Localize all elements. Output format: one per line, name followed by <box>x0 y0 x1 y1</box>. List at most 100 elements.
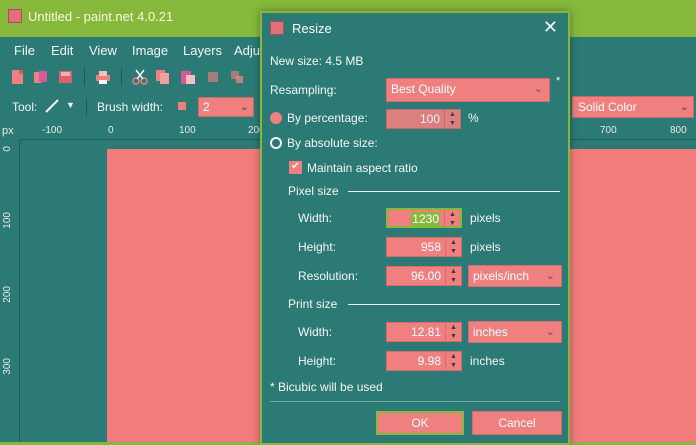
chevron-down-icon: ⌄ <box>679 101 689 113</box>
resolution-label: Resolution: <box>298 269 359 283</box>
print-width-label: Width: <box>298 325 333 339</box>
resize-icon <box>270 21 284 35</box>
brush-width-label: Brush width: <box>97 100 164 114</box>
resolution-unit-value: pixels/inch <box>473 269 530 283</box>
ruler-tick: 0 <box>2 146 13 152</box>
pixel-width-label: Width: <box>298 211 333 225</box>
pixel-height-unit: pixels <box>470 240 501 254</box>
by-absolute-size-radio[interactable] <box>270 137 282 149</box>
paste-icon[interactable] <box>180 69 196 85</box>
spinner-arrows-icon[interactable]: ▲ ▼ <box>445 323 461 341</box>
app-title: Untitled - paint.net 4.0.21 <box>28 9 174 24</box>
menu-view[interactable]: View <box>89 43 117 58</box>
menu-adjustments[interactable]: Adju <box>234 43 260 58</box>
print-unit-select[interactable]: inches ⌄ <box>468 321 562 343</box>
ruler-tick: 700 <box>600 125 617 136</box>
pixel-height-label: Height: <box>298 240 337 254</box>
chevron-down-icon[interactable]: ⌄ <box>240 100 249 113</box>
print-width-input[interactable]: 12.81 ▲ ▼ <box>386 322 462 342</box>
toolbar-separator <box>86 98 87 116</box>
menu-file[interactable]: File <box>14 43 35 58</box>
toolbar-separator <box>121 68 122 86</box>
resampling-value: Best Quality <box>391 82 456 96</box>
tool-chevron-down-icon[interactable]: ▼ <box>66 100 75 110</box>
print-width-value: 12.81 <box>410 325 441 339</box>
close-icon[interactable]: ✕ <box>543 17 558 38</box>
chevron-down-icon: ⌄ <box>545 270 555 282</box>
maintain-aspect-checkbox[interactable]: ✔ <box>289 161 302 174</box>
pixel-width-input[interactable]: 1230 ▲ ▼ <box>386 208 462 228</box>
crop-to-selection-icon[interactable] <box>205 69 221 85</box>
spinner-arrows-icon[interactable]: ▲ ▼ <box>444 210 460 228</box>
bicubic-footnote: * Bicubic will be used <box>270 380 383 394</box>
footer-divider <box>270 401 560 402</box>
ruler-tick: 200 <box>2 286 13 303</box>
ruler-tick: 800 <box>670 125 687 136</box>
by-percentage-label: By percentage: <box>287 111 368 125</box>
print-height-label: Height: <box>298 354 337 368</box>
group-divider <box>348 191 560 192</box>
pixel-size-group-label: Pixel size <box>288 184 339 198</box>
ruler-unit: px <box>0 122 20 140</box>
new-size-label: New size: 4.5 MB <box>270 54 364 68</box>
ruler-tick: 100 <box>2 212 13 229</box>
fill-mode-value: Solid Color <box>578 100 637 114</box>
ruler-tick: 0 <box>108 125 114 136</box>
cut-icon[interactable] <box>132 69 148 85</box>
menu-edit[interactable]: Edit <box>51 43 73 58</box>
maintain-aspect-label: Maintain aspect ratio <box>307 161 418 175</box>
spinner-arrows-icon[interactable]: ▲ ▼ <box>444 110 460 128</box>
spinner-arrows-icon[interactable]: ▲ ▼ <box>445 352 461 370</box>
print-icon[interactable] <box>95 69 111 85</box>
group-divider <box>348 304 560 305</box>
by-percentage-radio[interactable] <box>270 112 282 124</box>
menu-layers[interactable]: Layers <box>183 43 222 58</box>
resolution-input[interactable]: 96.00 ▲ ▼ <box>386 266 462 286</box>
ruler-tick: 300 <box>2 358 13 375</box>
deselect-icon[interactable] <box>229 69 245 85</box>
ruler-tick: -100 <box>42 125 63 136</box>
copy-icon[interactable] <box>155 69 171 85</box>
print-height-input[interactable]: 9.98 ▲ ▼ <box>386 351 462 371</box>
resampling-note: * <box>556 75 561 87</box>
resampling-select[interactable]: Best Quality ⌄ <box>386 78 550 102</box>
save-icon[interactable] <box>58 69 74 85</box>
ruler-tick: 100 <box>179 125 196 136</box>
resampling-label: Resampling: <box>270 83 337 97</box>
chevron-down-icon: ⌄ <box>545 326 555 338</box>
tool-label: Tool: <box>12 100 38 114</box>
brush-width-input[interactable]: 2 ⌄ <box>198 97 254 117</box>
resolution-value: 96.00 <box>410 269 441 283</box>
menu-image[interactable]: Image <box>132 43 168 58</box>
spinner-arrows-icon[interactable]: ▲ ▼ <box>445 238 461 256</box>
chevron-down-icon: ⌄ <box>533 83 543 95</box>
print-width-unit: inches <box>473 325 508 339</box>
ok-button[interactable]: OK <box>376 411 464 435</box>
print-size-group-label: Print size <box>288 297 338 311</box>
print-height-value: 9.98 <box>417 354 441 368</box>
toolbar-separator <box>84 68 85 86</box>
percentage-input[interactable]: 100 ▲ ▼ <box>386 109 461 129</box>
resize-dialog: Resize ✕ New size: 4.5 MB Resampling: Be… <box>260 11 570 445</box>
by-absolute-size-label: By absolute size: <box>287 136 378 150</box>
brush-width-decrease-icon[interactable] <box>178 102 186 110</box>
paintnet-app-icon <box>8 9 22 23</box>
paintbrush-tool-icon[interactable] <box>44 98 60 117</box>
dialog-titlebar: Resize ✕ <box>262 13 568 43</box>
pixel-height-value: 958 <box>420 240 441 254</box>
spinner-arrows-icon[interactable]: ▲ ▼ <box>445 267 461 285</box>
fill-mode-select[interactable]: Solid Color ⌄ <box>572 96 694 118</box>
cancel-button[interactable]: Cancel <box>472 411 562 435</box>
brush-width-value: 2 <box>203 100 210 114</box>
new-image-icon[interactable] <box>10 69 26 85</box>
percentage-value: 100 <box>419 112 440 126</box>
pixel-height-input[interactable]: 958 ▲ ▼ <box>386 237 462 257</box>
print-height-unit: inches <box>470 354 505 368</box>
pixel-width-value: 1230 <box>411 212 440 226</box>
dialog-title: Resize <box>292 21 332 36</box>
pixel-width-unit: pixels <box>470 211 501 225</box>
resolution-unit-select[interactable]: pixels/inch ⌄ <box>468 265 562 287</box>
left-ruler: 0 100 200 300 <box>0 140 20 445</box>
open-icon[interactable] <box>33 69 49 85</box>
percent-sign: % <box>468 111 479 125</box>
